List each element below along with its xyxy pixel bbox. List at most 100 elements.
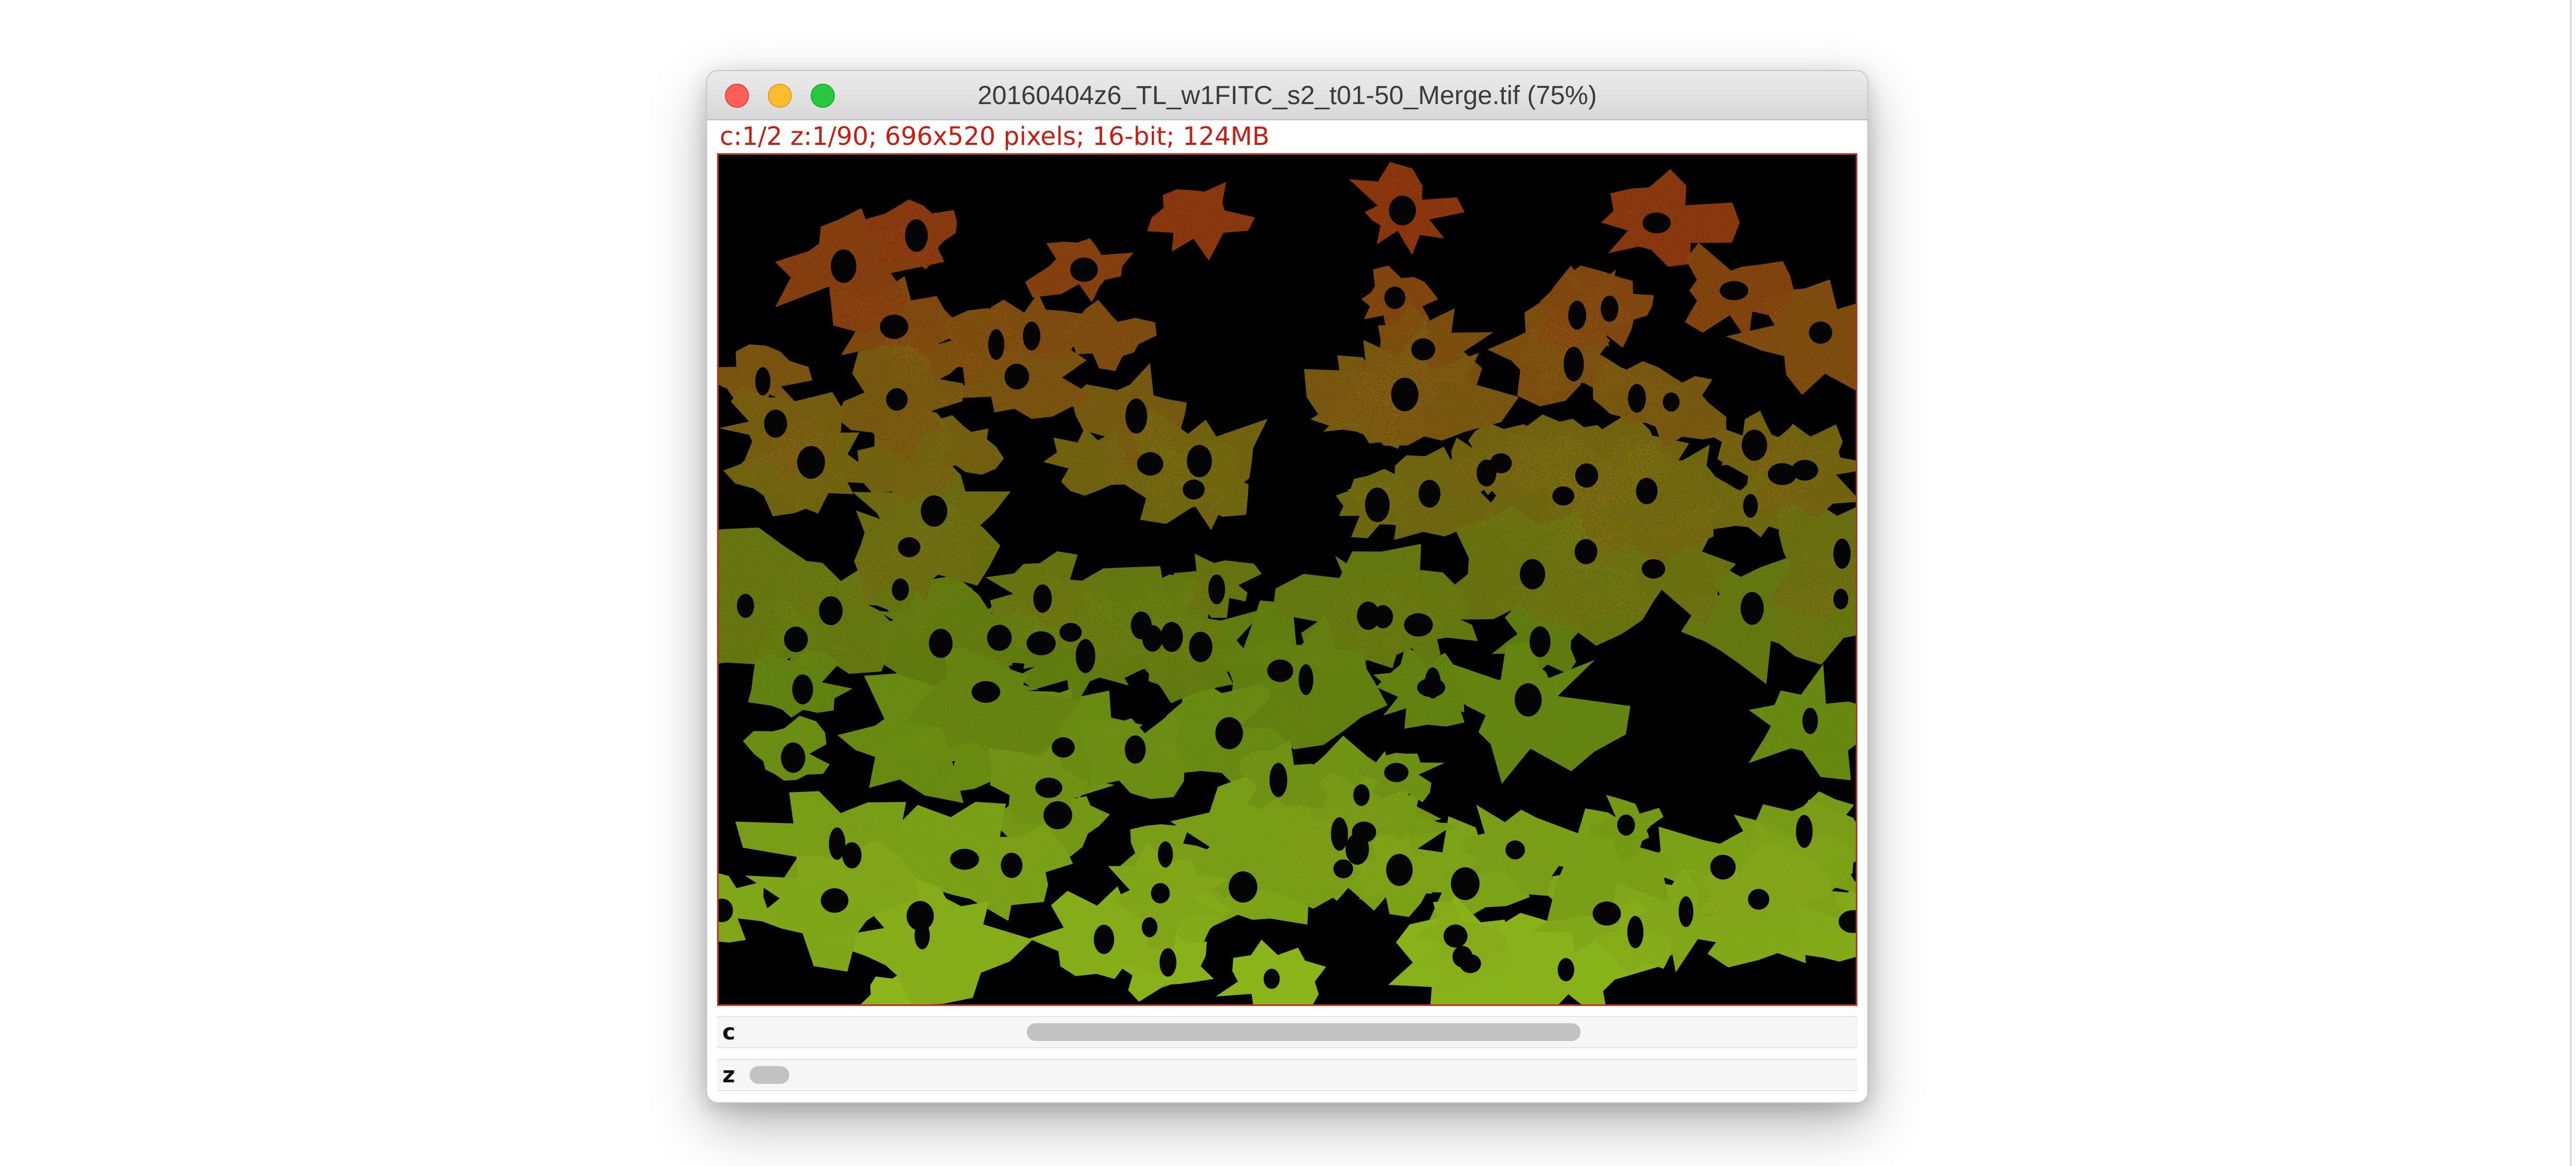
cell-nucleus-94: [1070, 257, 1098, 282]
cell-nucleus-18: [1592, 901, 1621, 926]
cell-nucleus-33: [1229, 871, 1257, 903]
cell-nucleus-130: [1269, 763, 1288, 797]
cell-nucleus-74: [1552, 486, 1574, 506]
cell-nucleus-71: [1208, 574, 1225, 605]
cell-nucleus-124: [1187, 445, 1212, 478]
cell-nucleus-138: [1642, 212, 1671, 234]
cell-nucleus-114: [1809, 321, 1833, 344]
cell-nucleus-7: [1450, 867, 1480, 900]
image-canvas[interactable]: [717, 153, 1857, 1006]
cell-nucleus-118: [1151, 883, 1170, 904]
desktop-divider: [2570, 0, 2572, 1166]
cell-nucleus-92: [784, 626, 808, 652]
cell-nucleus-65: [1636, 478, 1658, 504]
cell-nucleus-2: [1353, 784, 1370, 806]
cell-nucleus-107: [987, 625, 1012, 651]
cell-nucleus-36: [880, 314, 909, 339]
cell-nucleus-54: [1411, 338, 1435, 361]
cell-nucleus-9: [1059, 622, 1082, 642]
cell-nucleus-3: [1384, 286, 1405, 309]
channel-slider-thumb[interactable]: [1026, 1023, 1581, 1041]
cell-nucleus-69: [755, 367, 771, 395]
cell-nucleus-59: [1004, 364, 1029, 390]
cell-nucleus-111: [1477, 459, 1496, 486]
cell-nucleus-115: [1384, 763, 1409, 783]
cell-nucleus-120: [764, 410, 787, 438]
channel-slider-row[interactable]: c: [717, 1016, 1857, 1048]
cell-nucleus-24: [1418, 480, 1440, 508]
cell-nucleus-140: [1741, 429, 1767, 461]
close-button[interactable]: [725, 84, 749, 108]
cell-nucleus-82: [1417, 678, 1446, 697]
cell-nucleus-60: [1033, 584, 1052, 613]
cell-nucleus-135: [905, 219, 928, 252]
cell-nucleus-79: [1601, 296, 1619, 322]
cell-nucleus-75: [1514, 683, 1542, 717]
z-slider-row[interactable]: z: [717, 1059, 1857, 1091]
cell-nucleus-121: [1298, 664, 1313, 695]
cell-nucleus-45: [1331, 817, 1348, 851]
cell-nucleus-93: [1833, 538, 1851, 569]
cell-nucleus-98: [831, 249, 857, 283]
cell-nucleus-112: [1023, 321, 1041, 350]
cell-nucleus-67: [1767, 463, 1797, 485]
cell-nucleus-101: [914, 921, 930, 949]
cell-nucleus-137: [1389, 196, 1416, 225]
cell-nucleus-131: [781, 742, 805, 773]
z-slider-track[interactable]: [750, 1066, 1857, 1084]
cell-nucleus-0: [1710, 854, 1736, 880]
channel-slider-label: c: [722, 1019, 735, 1045]
window-title: 20160404z6_TL_w1FITC_s2_t01-50_Merge.tif…: [977, 81, 1597, 110]
cell-nucleus-77: [1628, 383, 1646, 413]
cell-nucleus-44: [1158, 841, 1173, 868]
cell-nucleus-134: [1125, 735, 1146, 764]
cell-nucleus-76: [898, 537, 921, 558]
cell-nucleus-55: [1043, 801, 1072, 830]
cell-nucleus-126: [1035, 777, 1062, 798]
cell-nucleus-117: [1372, 605, 1393, 629]
cell-nucleus-50: [1125, 398, 1148, 434]
cell-nucleus-48: [928, 628, 953, 658]
title-bar[interactable]: 20160404z6_TL_w1FITC_s2_t01-50_Merge.tif…: [707, 71, 1867, 120]
cell-nucleus-97: [1142, 625, 1163, 652]
cell-nucleus-61: [1026, 631, 1056, 655]
cell-nucleus-70: [1365, 487, 1390, 523]
cell-nucleus-41: [1333, 859, 1353, 878]
cell-nucleus-100: [1391, 377, 1418, 412]
cell-nucleus-139: [1719, 281, 1749, 300]
cell-nucleus-8: [892, 578, 909, 601]
cell-nucleus-23: [1833, 588, 1848, 609]
cell-nucleus-51: [1678, 896, 1694, 927]
cell-nucleus-57: [1001, 853, 1023, 878]
image-info-line: c:1/2 z:1/90; 696x520 pixels; 16-bit; 12…: [720, 122, 1270, 151]
cell-nucleus-128: [1802, 707, 1818, 734]
cell-nucleus-40: [1452, 946, 1473, 968]
cell-nucleus-62: [1641, 559, 1665, 579]
cell-nucleus-104: [1263, 968, 1280, 989]
minimize-button[interactable]: [768, 84, 792, 108]
cell-nucleus-12: [1740, 592, 1764, 625]
cell-nucleus-1: [1796, 814, 1813, 848]
cell-nucleus-113: [792, 674, 813, 705]
cell-nucleus-89: [988, 329, 1005, 360]
z-slider-thumb[interactable]: [750, 1066, 790, 1084]
image-window[interactable]: 20160404z6_TL_w1FITC_s2_t01-50_Merge.tif…: [707, 71, 1867, 1102]
cell-nucleus-102: [1568, 300, 1586, 330]
cell-nucleus-43: [1529, 626, 1551, 658]
cell-nucleus-17: [1051, 737, 1075, 758]
cell-nucleus-90: [1404, 613, 1433, 637]
desktop: 20160404z6_TL_w1FITC_s2_t01-50_Merge.tif…: [0, 0, 2576, 1166]
cell-nucleus-53: [1443, 924, 1468, 948]
cell-nucleus-28: [1160, 621, 1183, 652]
cell-nucleus-58: [971, 681, 1001, 703]
cell-nucleus-22: [1352, 821, 1377, 843]
cell-nucleus-86: [797, 446, 825, 479]
cell-nucleus-78: [1505, 840, 1525, 859]
cell-nucleus-81: [1574, 539, 1598, 564]
cell-nucleus-122: [829, 827, 846, 860]
cell-nucleus-52: [736, 594, 754, 618]
zoom-button[interactable]: [811, 84, 835, 108]
cell-nucleus-27: [1137, 452, 1164, 476]
channel-slider-track[interactable]: [750, 1023, 1857, 1041]
cell-nucleus-32: [1189, 631, 1212, 662]
